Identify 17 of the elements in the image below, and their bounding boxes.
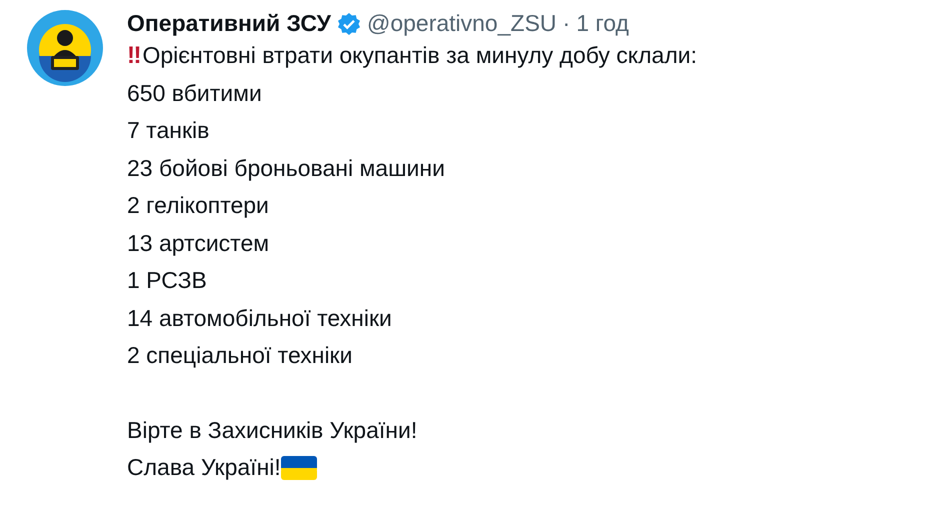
- author-name[interactable]: Оперативний ЗСУ: [127, 10, 331, 37]
- tweet-text-line: 13 артсистем: [127, 228, 270, 258]
- tweet-text-line: 1 РСЗВ: [127, 266, 207, 295]
- author-handle[interactable]: @operativno_ZSU: [366, 10, 557, 37]
- tweet-text-line: Вірте в Захисників України!: [127, 416, 418, 445]
- tweet-text-line: Орієнтовні втрати окупантів за минулу добу склали:: [142, 41, 697, 70]
- tweet-text-line: 2 гелікоптери: [127, 191, 269, 220]
- post-time[interactable]: 1 год: [576, 10, 629, 37]
- tweet-text-line: 7 танків: [127, 116, 210, 145]
- tweet-text-line: 14 автомобільної техніки: [127, 304, 392, 332]
- tweet-text-line: 650 вбитими: [127, 78, 262, 108]
- tweet-text-line: 2 спеціальної техніки: [127, 341, 352, 370]
- double-exclamation-emoji: ‼: [127, 41, 138, 71]
- tweet-text-line: 23 бойові броньовані машини: [127, 154, 445, 183]
- tweet-text-line: Слава Україні!: [127, 453, 281, 482]
- separator-dot: ·: [562, 10, 570, 37]
- avatar[interactable]: [27, 10, 103, 86]
